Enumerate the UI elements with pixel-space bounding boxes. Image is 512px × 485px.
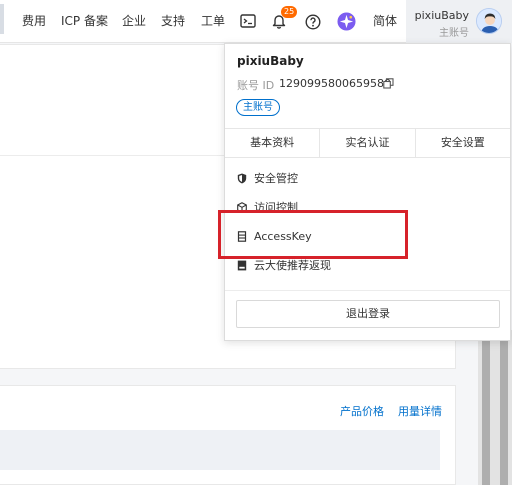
tab-basic-info[interactable]: 基本资料 (225, 129, 319, 157)
nav-user-name: pixiuBaby (414, 9, 469, 22)
help-icon[interactable] (305, 14, 321, 30)
scrollbar-secondary[interactable] (500, 330, 508, 485)
shield-icon (237, 173, 247, 183)
menu-label-security-control: 安全管控 (254, 172, 298, 185)
scrollbar[interactable] (482, 330, 490, 485)
copy-icon[interactable] (383, 78, 394, 89)
logout-button[interactable]: 退出登录 (236, 300, 500, 328)
nav-item-enterprise[interactable]: 企业 (122, 14, 146, 28)
nav-left-edge (0, 4, 4, 34)
ai-assistant-icon[interactable] (337, 12, 356, 31)
side-scroll-area (478, 330, 512, 485)
account-id-value: 1290995800659580 (279, 77, 391, 90)
product-price-link[interactable]: 产品价格 (340, 403, 384, 419)
nav-item-icp[interactable]: ICP 备案 (61, 14, 108, 28)
notification-badge: 25 (281, 6, 298, 18)
nav-item-billing[interactable]: 费用 (22, 14, 46, 28)
nav-user-role: 主账号 (439, 28, 469, 39)
menu-item-ambassador-rebate[interactable]: 云大使推荐返现 (237, 257, 331, 273)
account-id-label: 账号 ID (237, 79, 275, 92)
terminal-icon[interactable] (240, 14, 256, 28)
nav-item-ticket[interactable]: 工单 (201, 14, 225, 28)
language-switch[interactable]: 简体 (373, 14, 397, 28)
avatar[interactable] (476, 8, 502, 34)
table-header-row (0, 430, 440, 470)
logout-divider (225, 290, 510, 291)
menu-item-security-control[interactable]: 安全管控 (237, 170, 298, 186)
dropdown-user-name: pixiuBaby (237, 54, 304, 68)
top-nav: 费用 ICP 备案 企业 支持 工单 25 简体 pixiuBaby 主账号 (0, 0, 512, 43)
account-type-tag: 主账号 (236, 99, 280, 116)
menu-label-ambassador-rebate: 云大使推荐返现 (254, 259, 331, 272)
user-dropdown: pixiuBaby 账号 ID 1290995800659580 主账号 基本资… (224, 43, 511, 341)
usage-details-link[interactable]: 用量详情 (398, 403, 442, 419)
book-icon (237, 260, 247, 270)
content-panel-bottom: 产品价格 用量详情 (0, 385, 456, 485)
profile-tabs: 基本资料 实名认证 安全设置 (225, 128, 510, 158)
accesskey-highlight-box (218, 210, 408, 259)
tab-verification[interactable]: 实名认证 (319, 129, 414, 157)
tab-security-settings[interactable]: 安全设置 (414, 129, 510, 157)
nav-item-support[interactable]: 支持 (161, 14, 185, 28)
